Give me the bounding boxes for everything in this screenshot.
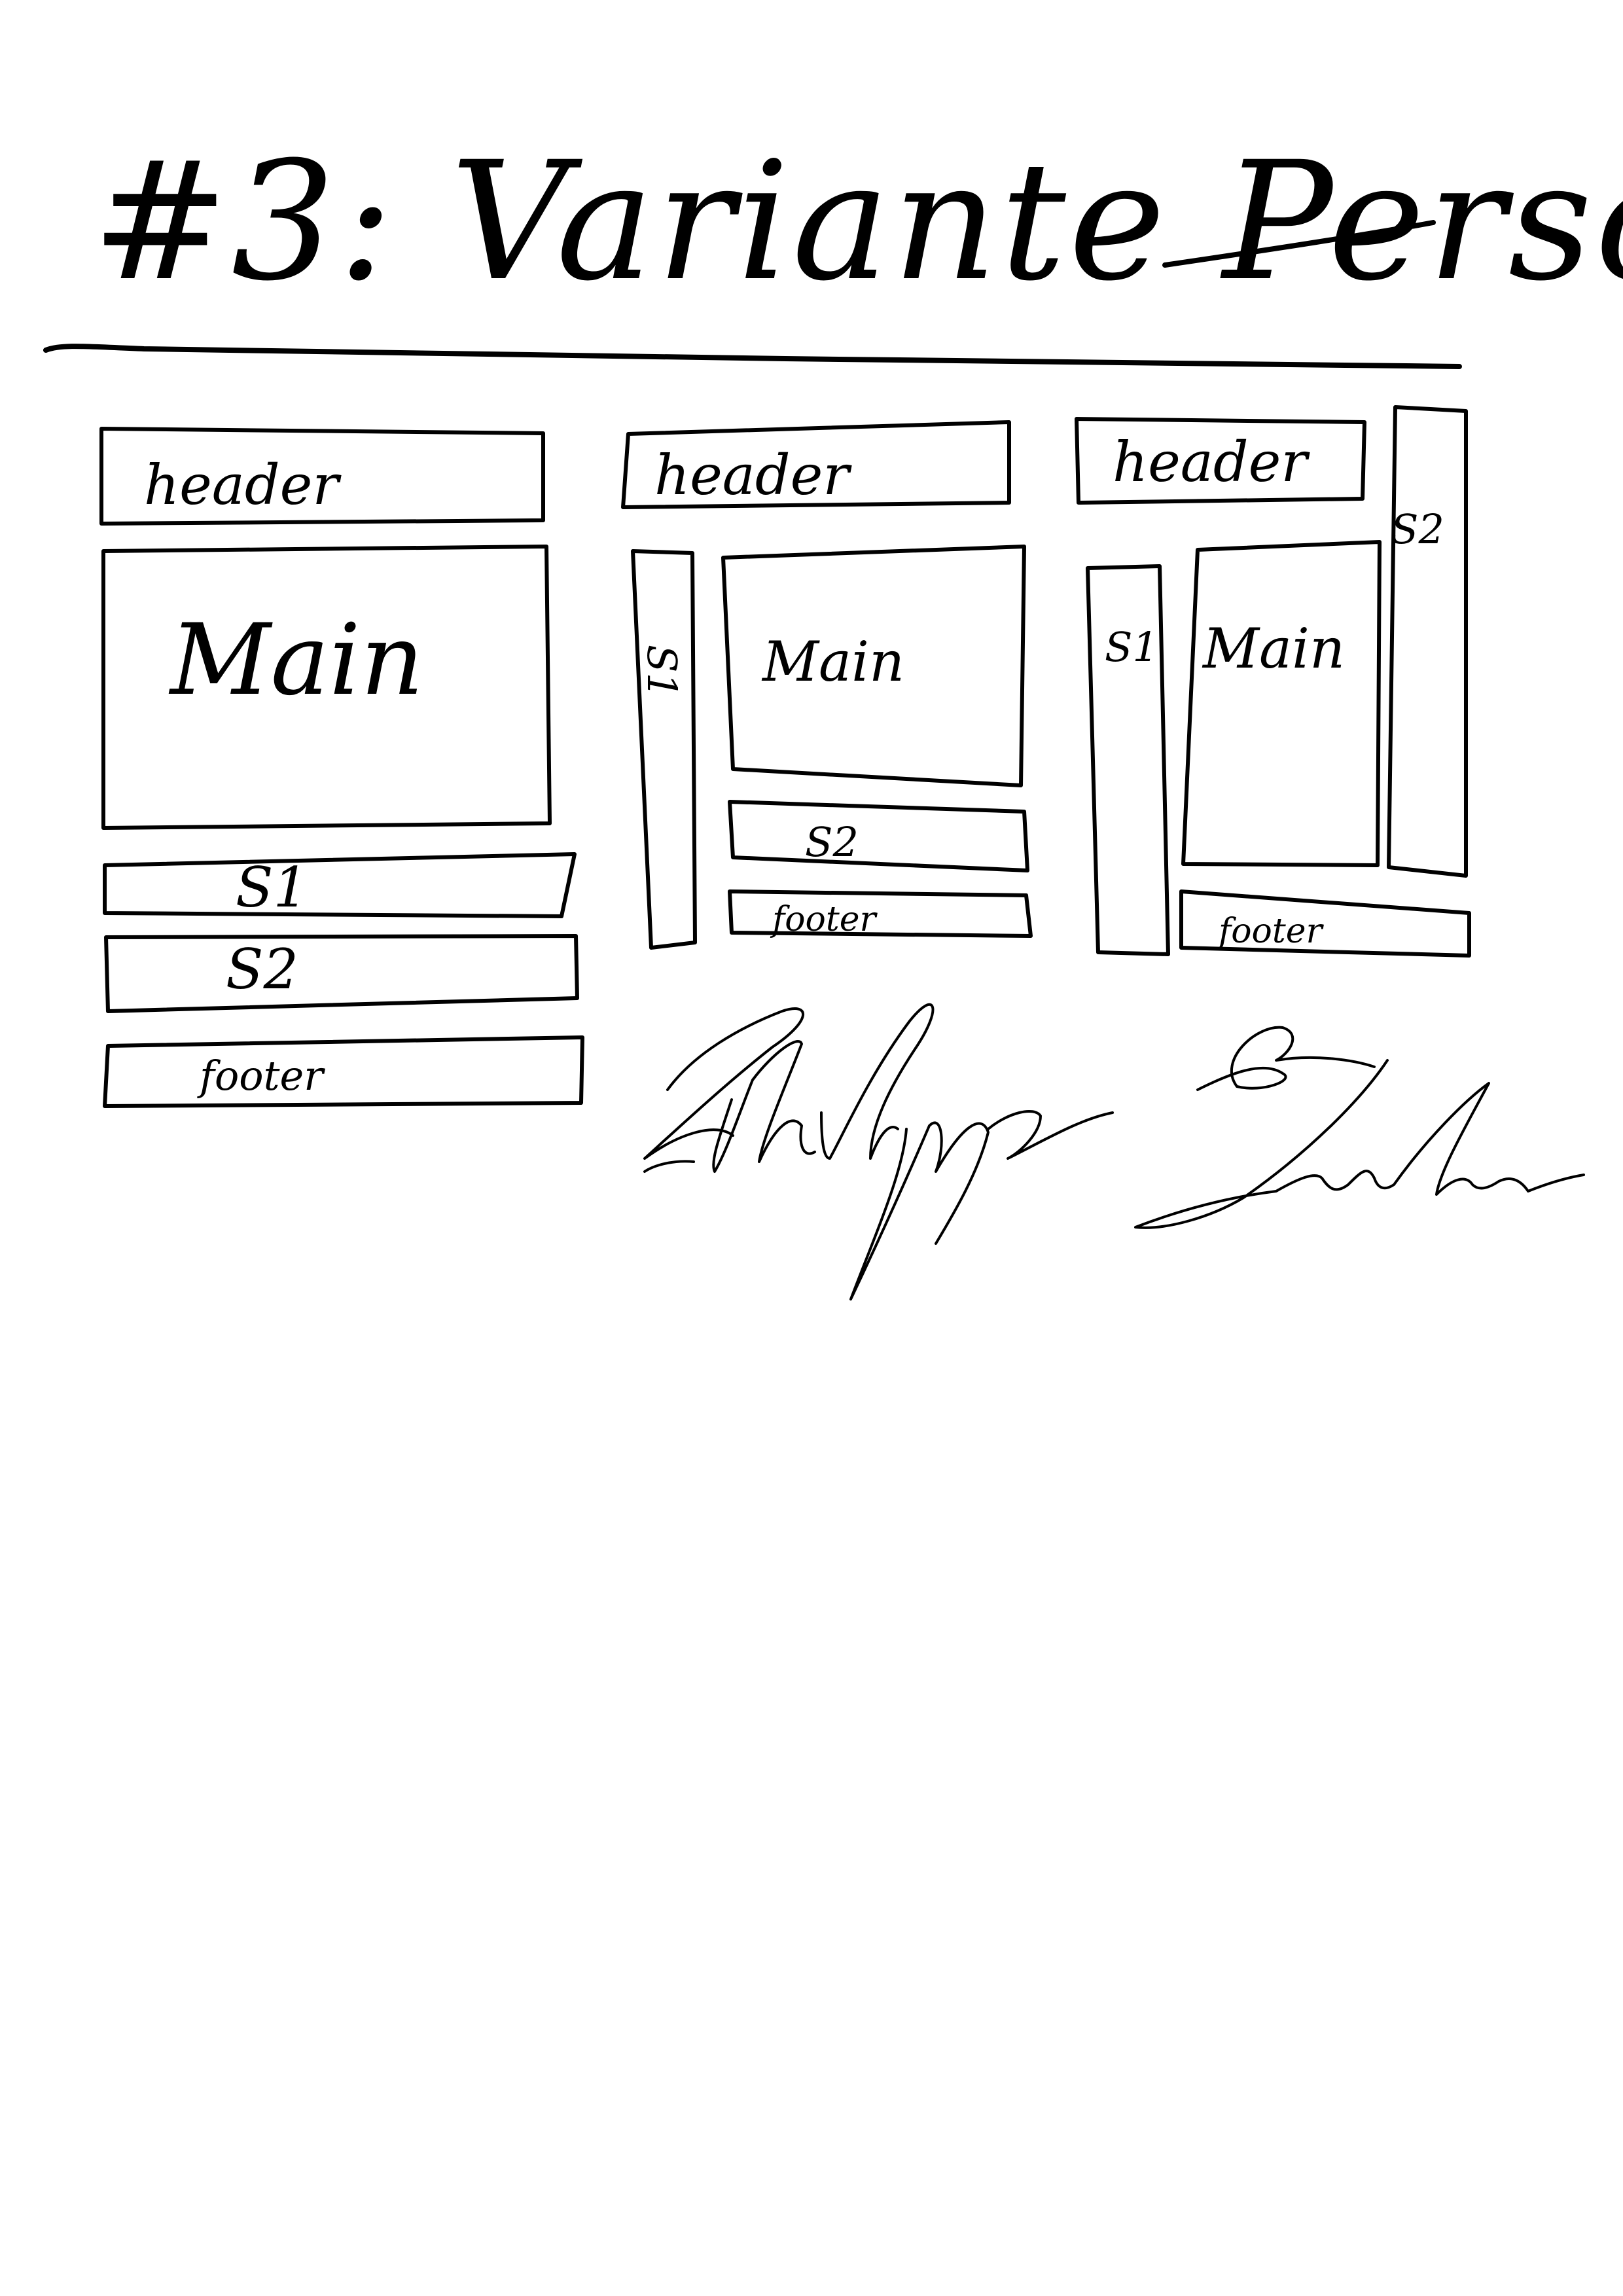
variant-2-footer-label: footer <box>770 900 878 939</box>
variant-3-main-label: Main <box>1202 617 1345 681</box>
variant-2-main-label: Main <box>761 630 904 694</box>
variant-1-header-label: header <box>144 453 342 517</box>
variant-1: header Main S1 S2 footer <box>99 427 584 1108</box>
variant-3-main-box <box>1181 540 1382 867</box>
variant-1-s1-label: S1 <box>236 855 308 920</box>
variant-2-s2-label: S2 <box>805 818 859 866</box>
variant-2-header-label: header <box>654 443 852 507</box>
variant-1-footer-box <box>103 1035 584 1108</box>
variant-3: header S2 S1 Main footer <box>1075 405 1471 958</box>
variant-1-footer-label: footer <box>197 1052 325 1100</box>
variant-3-footer-label: footer <box>1216 912 1325 951</box>
signature <box>643 1003 1585 1300</box>
variant-1-s1-box <box>103 852 577 918</box>
variant-3-s1-label: S1 <box>1105 623 1158 671</box>
variant-1-s2-box <box>104 934 579 1013</box>
variant-3-s2-box <box>1387 405 1468 878</box>
page-title: #3: Variante Perso <box>92 126 1623 317</box>
divider-line <box>43 344 1462 369</box>
variant-2-s1-label: S1 <box>638 645 686 698</box>
variant-3-s2-label: S2 <box>1391 505 1444 553</box>
variant-2-s2-box <box>728 800 1029 872</box>
wireframe-sheet: #3: Variante Perso header Main S1 S2 foo… <box>43 126 1623 1300</box>
variant-1-s2-label: S2 <box>226 937 298 1001</box>
variant-3-header-label: header <box>1113 430 1310 494</box>
variant-1-main-label: Main <box>168 603 424 717</box>
variant-2-s1-box <box>631 549 697 950</box>
variant-2: header S1 Main S2 footer <box>621 420 1033 950</box>
